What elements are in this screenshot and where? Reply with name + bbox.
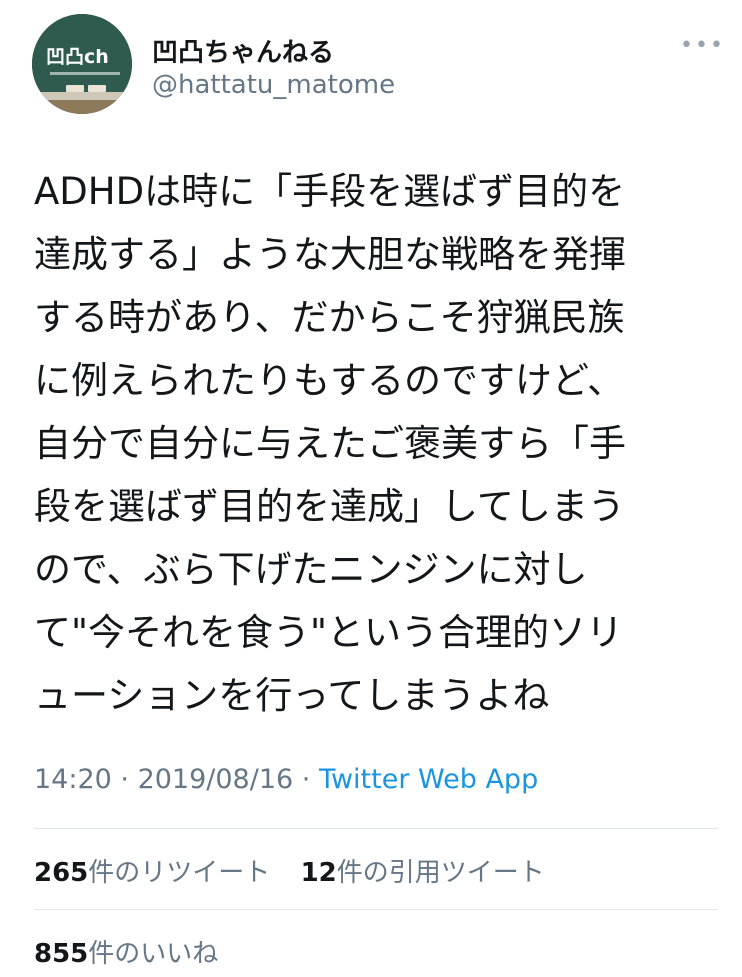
divider <box>34 909 718 910</box>
user-handle[interactable]: @hattatu_matome <box>152 70 395 100</box>
tweet-text-line: て"今それを食う"という合理的ソリ <box>34 611 624 654</box>
tweet-text-line: する時があり、だからこそ狩猟民族 <box>34 296 625 339</box>
divider <box>34 828 718 829</box>
tweet-time[interactable]: 14:20 <box>34 764 112 795</box>
display-name[interactable]: 凹凸ちゃんねる <box>152 32 334 69</box>
quotes-stat[interactable]: 12件の引用ツイート <box>301 852 545 889</box>
quotes-label: 件の引用ツイート <box>336 858 545 888</box>
tweet-text-line: 達成する」ような大胆な戦略を発揮 <box>34 233 626 276</box>
avatar-chalk-ledge <box>32 92 132 100</box>
likes-label: 件のいいね <box>88 939 219 969</box>
retweets-count: 265 <box>34 858 89 888</box>
likes-count: 855 <box>34 939 89 969</box>
tweet-meta: 14:20 · 2019/08/16 · Twitter Web App <box>34 764 538 795</box>
tweet-text-line: に例えられたりもするのですけど、 <box>34 359 625 402</box>
avatar-subtitle <box>50 72 120 75</box>
quotes-count: 12 <box>300 858 337 888</box>
likes-stat[interactable]: 855件のいいね <box>34 933 218 970</box>
tweet-text-line: 段を選ばず目的を達成」してしまう <box>34 485 625 528</box>
retweets-stat[interactable]: 265件のリツイート <box>34 852 270 889</box>
tweet-text: ADHDは時に「手段を選ばず目的を 達成する」ような大胆な戦略を発揮 する時があ… <box>34 160 714 727</box>
tweet-header: 凹凸ch 凹凸ちゃんねる @hattatu_matome ••• <box>30 14 723 118</box>
avatar-eraser <box>66 85 84 92</box>
avatar-logo: 凹凸ch <box>46 46 109 68</box>
tweet-text-line: 自分で自分に与えたご褒美すら「手 <box>34 422 626 465</box>
tweet-source-link[interactable]: Twitter Web App <box>319 764 538 795</box>
tweet-text-line: ューションを行ってしまうよね <box>34 674 550 717</box>
meta-separator: · <box>293 764 319 795</box>
tweet-text-line: ので、ぶら下げたニンジンに対し <box>34 548 588 591</box>
likes-stats: 855件のいいね <box>34 933 240 970</box>
avatar-floor <box>32 100 132 114</box>
more-dots-icon[interactable]: ••• <box>680 35 723 60</box>
meta-separator: · <box>111 764 138 795</box>
avatar[interactable]: 凹凸ch <box>32 14 132 114</box>
retweets-label: 件のリツイート <box>88 858 271 888</box>
engagement-stats: 265件のリツイート 12件の引用ツイート <box>34 852 567 889</box>
avatar-eraser <box>88 85 106 92</box>
tweet-text-line: ADHDは時に「手段を選ばず目的を <box>34 170 626 213</box>
tweet-date[interactable]: 2019/08/16 <box>138 764 294 795</box>
